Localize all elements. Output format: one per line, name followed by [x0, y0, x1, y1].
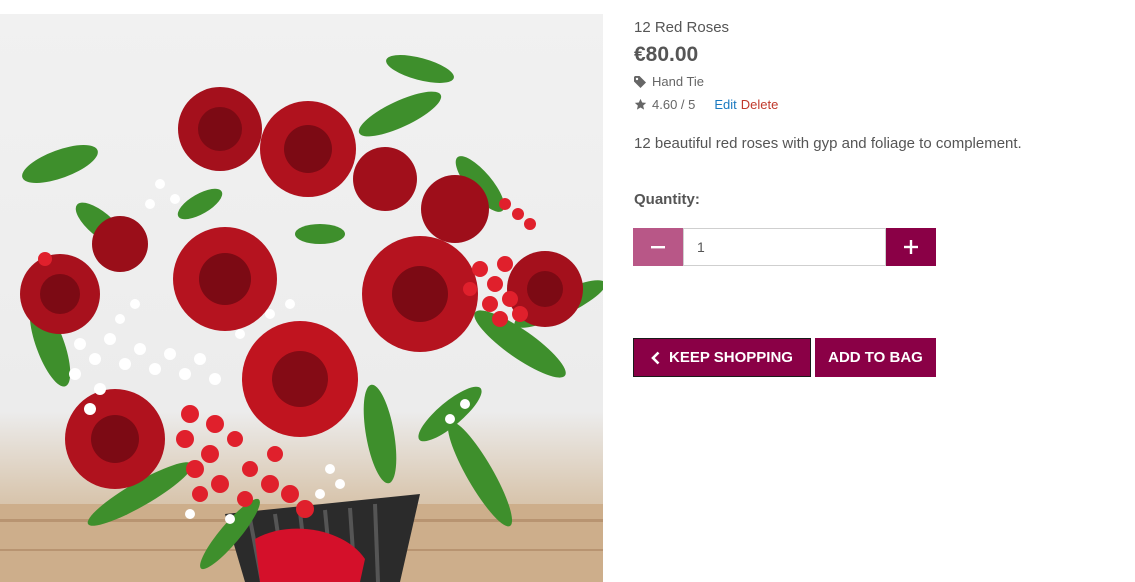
add-to-bag-label: ADD TO BAG: [828, 349, 923, 366]
rating-value: 4.60 / 5: [652, 97, 696, 112]
star-icon: [634, 98, 647, 110]
category-label: Hand Tie: [652, 74, 705, 89]
decrement-button[interactable]: [633, 228, 683, 266]
edit-link[interactable]: Edit: [714, 97, 736, 112]
product-actions: KEEP SHOPPING ADD TO BAG: [633, 338, 936, 377]
quantity-label: Quantity:: [634, 191, 700, 208]
product-category[interactable]: Hand Tie: [634, 74, 704, 89]
minus-icon: [651, 246, 665, 249]
keep-shopping-button[interactable]: KEEP SHOPPING: [633, 338, 811, 377]
plus-icon: [904, 240, 918, 254]
product-image: [0, 14, 603, 582]
quantity-input[interactable]: [683, 228, 886, 266]
tag-icon: [634, 75, 646, 88]
add-to-bag-button[interactable]: ADD TO BAG: [815, 338, 936, 377]
quantity-stepper: [633, 228, 936, 266]
keep-shopping-label: KEEP SHOPPING: [669, 349, 793, 366]
increment-button[interactable]: [886, 228, 936, 266]
delete-link[interactable]: Delete: [741, 97, 779, 112]
chevron-left-icon: [651, 351, 660, 364]
top-bar: [0, 0, 1135, 14]
product-name: 12 Red Roses: [634, 19, 730, 36]
product-price: €80.00: [634, 43, 699, 66]
product-description: 12 beautiful red roses with gyp and foli…: [634, 135, 1022, 152]
product-rating: 4.60 / 5 Edit Delete: [634, 97, 778, 112]
